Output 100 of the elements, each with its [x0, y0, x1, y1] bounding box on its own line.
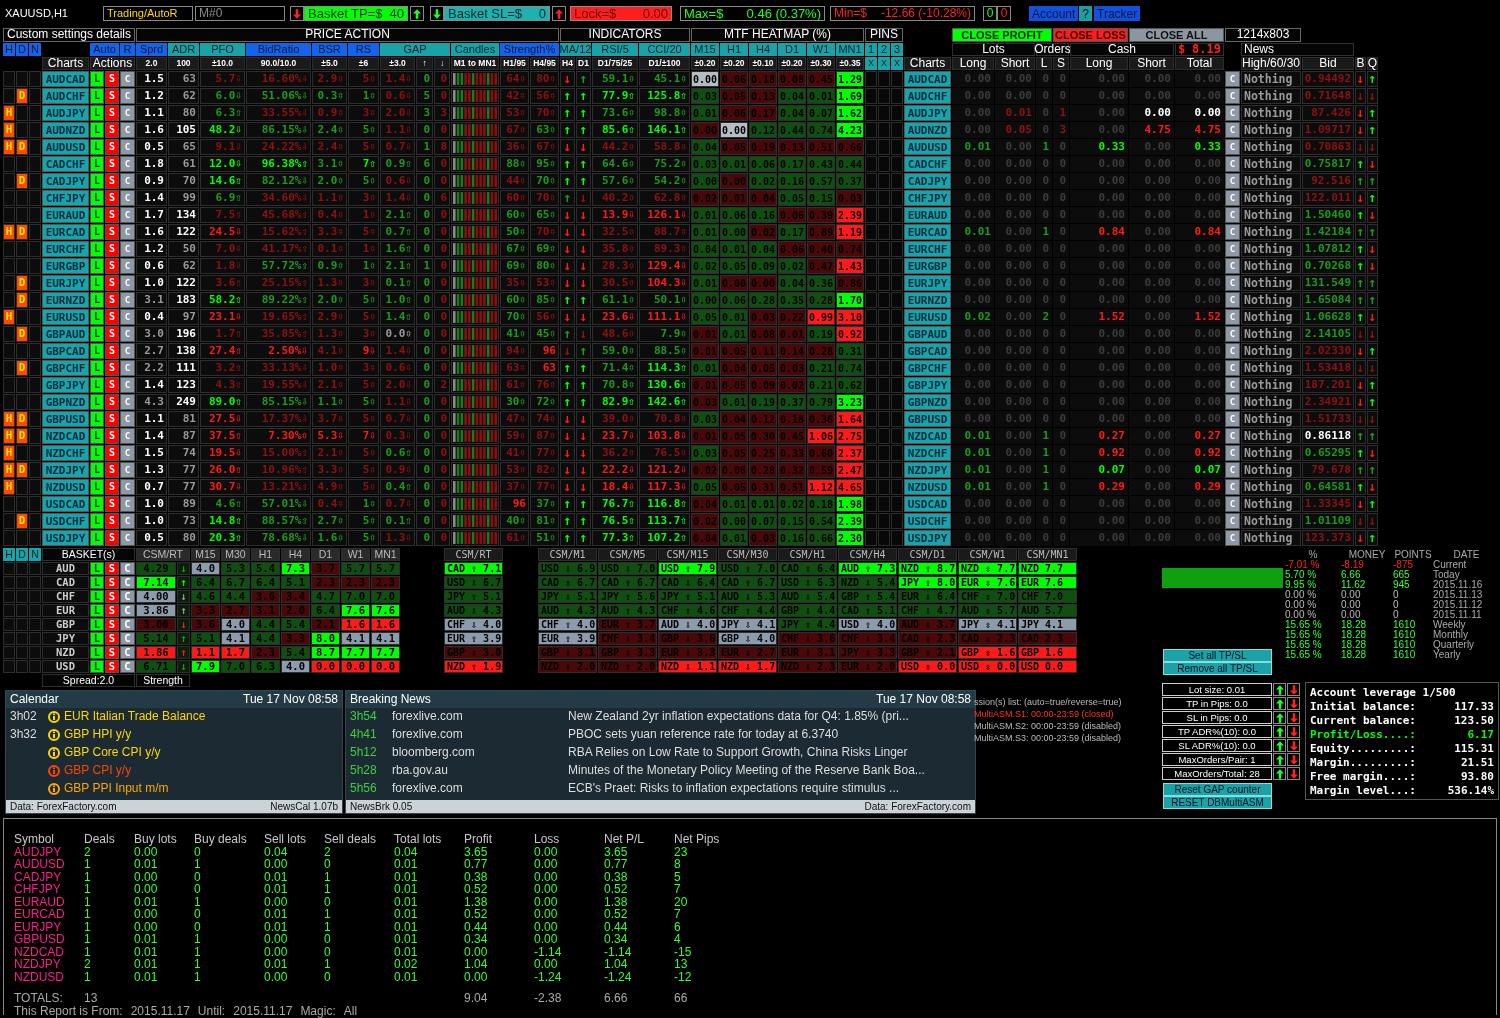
symbol-button[interactable]: USDJPY: [904, 530, 951, 546]
symbol-button[interactable]: EURAUD: [904, 207, 951, 223]
pin-slot[interactable]: [878, 139, 890, 155]
symbol-button[interactable]: GBPUSD: [42, 411, 89, 427]
short-button[interactable]: S: [105, 190, 119, 206]
close-button[interactable]: C: [1225, 139, 1240, 155]
setting-field[interactable]: TP ADR%(10): 0.0: [1162, 725, 1272, 738]
symbol-button[interactable]: GBPUSD: [904, 411, 951, 427]
news-headline[interactable]: Minutes of the Monetary Policy Meeting of the Reserve Bank Boa...: [568, 764, 925, 778]
close-button[interactable]: C: [120, 360, 135, 376]
long-button[interactable]: L: [90, 258, 104, 274]
short-button[interactable]: S: [105, 646, 119, 659]
pin-slot[interactable]: [865, 309, 877, 325]
decrease-button[interactable]: [1287, 767, 1300, 780]
pin-slot[interactable]: [878, 394, 890, 410]
pin-slot[interactable]: [891, 105, 903, 121]
close-button[interactable]: C: [120, 309, 135, 325]
symbol-button[interactable]: EURJPY: [42, 275, 89, 291]
pin-slot[interactable]: [878, 241, 890, 257]
pin-slot[interactable]: [878, 173, 890, 189]
close-button[interactable]: C: [1225, 394, 1240, 410]
pin-slot[interactable]: [878, 411, 890, 427]
short-button[interactable]: S: [105, 660, 119, 673]
symbol-button[interactable]: NZDUSD: [42, 479, 89, 495]
pin-slot[interactable]: [865, 496, 877, 512]
increase-button[interactable]: [1273, 753, 1286, 766]
symbol-button[interactable]: EURGBP: [904, 258, 951, 274]
close-button[interactable]: C: [1225, 360, 1240, 376]
symbol-button[interactable]: CADCHF: [42, 156, 89, 172]
pin-slot[interactable]: [878, 122, 890, 138]
close-button[interactable]: C: [1225, 105, 1240, 121]
pin-slot[interactable]: [878, 496, 890, 512]
setting-field[interactable]: MaxOrders/Pair: 1: [1162, 753, 1272, 766]
short-button[interactable]: S: [105, 394, 119, 410]
close-button[interactable]: C: [120, 88, 135, 104]
symbol-button[interactable]: GBPCAD: [904, 343, 951, 359]
long-button[interactable]: L: [90, 190, 104, 206]
pin-slot[interactable]: [891, 530, 903, 546]
pin-slot[interactable]: [891, 360, 903, 376]
close-button[interactable]: C: [120, 292, 135, 308]
symbol-button[interactable]: CHFJPY: [42, 190, 89, 206]
symbol-button[interactable]: AUDNZD: [904, 122, 951, 138]
close-button[interactable]: C: [1225, 513, 1240, 529]
pin-slot[interactable]: [865, 462, 877, 478]
magic-field[interactable]: M#0: [195, 6, 285, 21]
symbol-button[interactable]: EURNZD: [904, 292, 951, 308]
short-button[interactable]: S: [105, 88, 119, 104]
setting-field[interactable]: MaxOrders/Total: 28: [1162, 767, 1272, 780]
symbol-button[interactable]: CADCHF: [904, 156, 951, 172]
setting-field[interactable]: SL ADR%(10): 0.0: [1162, 739, 1272, 752]
pin-slot[interactable]: [865, 479, 877, 495]
close-button[interactable]: C: [1225, 207, 1240, 223]
short-button[interactable]: S: [105, 258, 119, 274]
pin-slot[interactable]: [891, 241, 903, 257]
symbol-button[interactable]: NZDCHF: [904, 445, 951, 461]
close-button[interactable]: C: [120, 445, 135, 461]
short-button[interactable]: S: [105, 241, 119, 257]
short-button[interactable]: S: [105, 411, 119, 427]
close-button[interactable]: C: [120, 660, 135, 673]
symbol-button[interactable]: AUDCAD: [904, 71, 951, 87]
pin-slot[interactable]: [891, 207, 903, 223]
symbol-button[interactable]: EURAUD: [42, 207, 89, 223]
long-button[interactable]: L: [90, 105, 104, 121]
pin-slot[interactable]: [891, 156, 903, 172]
symbol-button[interactable]: CADJPY: [904, 173, 951, 189]
symbol-button[interactable]: CADJPY: [42, 173, 89, 189]
symbol-button[interactable]: USDCAD: [904, 496, 951, 512]
pin-slot[interactable]: [865, 326, 877, 342]
close-button[interactable]: C: [1225, 445, 1240, 461]
pin-slot[interactable]: [878, 275, 890, 291]
short-button[interactable]: S: [105, 530, 119, 546]
pin-slot[interactable]: [891, 275, 903, 291]
pin-slot[interactable]: [865, 173, 877, 189]
close-button[interactable]: C: [120, 122, 135, 138]
close-button[interactable]: C: [120, 462, 135, 478]
close-button[interactable]: C: [120, 411, 135, 427]
close-all-button[interactable]: CLOSE ALL: [1129, 28, 1224, 42]
close-button[interactable]: C: [120, 646, 135, 659]
symbol-button[interactable]: EURCAD: [904, 224, 951, 240]
short-button[interactable]: S: [105, 275, 119, 291]
toolbar-button[interactable]: ?: [1079, 6, 1093, 21]
short-button[interactable]: S: [105, 156, 119, 172]
pin-slot[interactable]: [891, 343, 903, 359]
close-profit-button[interactable]: CLOSE PROFIT: [952, 28, 1052, 42]
long-button[interactable]: L: [90, 618, 104, 631]
long-button[interactable]: L: [90, 428, 104, 444]
decrease-button[interactable]: [1287, 711, 1300, 724]
symbol-button[interactable]: AUDJPY: [904, 105, 951, 121]
pin-slot[interactable]: [878, 309, 890, 325]
close-button[interactable]: C: [1225, 156, 1240, 172]
long-button[interactable]: L: [90, 343, 104, 359]
long-button[interactable]: L: [90, 156, 104, 172]
lock-field[interactable]: Lock=$ 0.00: [570, 6, 672, 21]
pin-slot[interactable]: [865, 71, 877, 87]
pin-slot[interactable]: [878, 292, 890, 308]
pin-slot[interactable]: [865, 360, 877, 376]
close-button[interactable]: C: [120, 173, 135, 189]
close-button[interactable]: C: [120, 105, 135, 121]
short-button[interactable]: S: [105, 462, 119, 478]
news-headline[interactable]: ECB's Praet: Risks to inflation expectations require stimulus ...: [568, 782, 900, 796]
